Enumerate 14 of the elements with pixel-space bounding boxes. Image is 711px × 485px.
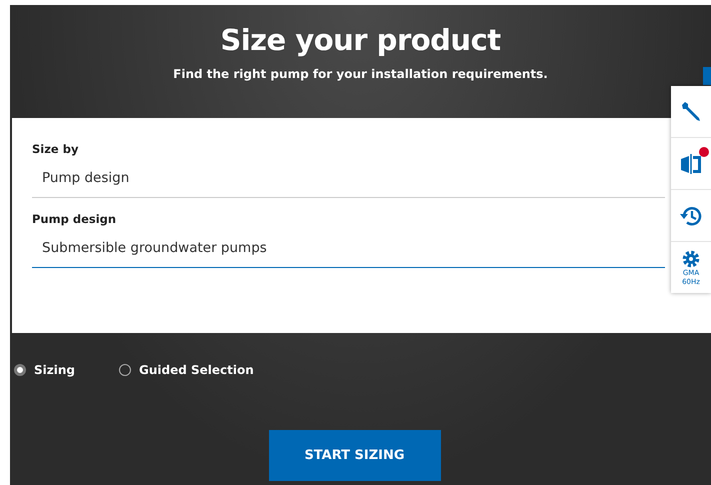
page-title: Size your product	[220, 23, 501, 57]
settings-icon	[681, 248, 701, 268]
page-subtitle: Find the right pump for your installation requirements.	[173, 67, 548, 81]
select-field[interactable]: Submersible groundwater pumps	[32, 226, 665, 268]
radio-option[interactable]: Sizing	[14, 361, 75, 379]
compare-icon	[679, 152, 703, 174]
radio-option[interactable]: Guided Selection	[119, 361, 254, 379]
start-sizing-button[interactable]: START SIZING	[268, 430, 440, 481]
radio-icon[interactable]	[14, 364, 26, 376]
field-label: Size by	[32, 142, 78, 156]
field-label: Pump design	[32, 212, 116, 226]
select-field[interactable]: Pump design	[32, 156, 665, 198]
wrench-icon	[679, 100, 703, 124]
radio-icon[interactable]	[119, 364, 131, 376]
